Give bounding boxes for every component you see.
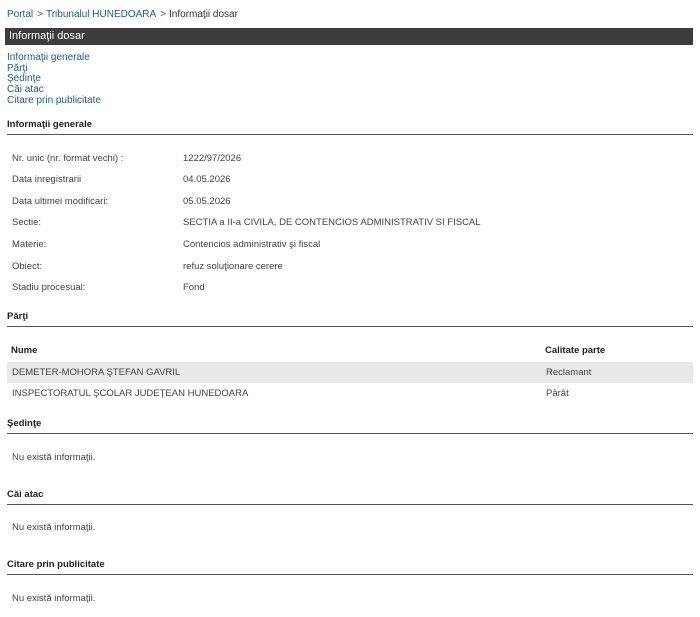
table-row: INSPECTORATUL ŞCOLAR JUDEŢEAN HUNEDOARA … <box>7 383 693 404</box>
field-label-sectie: Sectie: <box>12 217 42 228</box>
field-value-data-modificari: 05.05.2026 <box>183 196 231 207</box>
party-name: INSPECTORATUL ŞCOLAR JUDEŢEAN HUNEDOARA <box>12 388 249 399</box>
breadcrumb-portal-link[interactable]: Portal <box>7 9 33 20</box>
field-value-nr-unic: 1222/97/2026 <box>183 153 242 164</box>
table-row: DEMETER-MOHORA ŞTEFAN GAVRIL Reclamant <box>7 362 693 383</box>
field-value-sectie: SECTIA a II-a CIVILA, DE CONTENCIOS ADMI… <box>183 217 481 228</box>
section-heading-sedinte: Şedinţe <box>7 418 693 434</box>
cai-atac-empty-message: Nu există informaţii. <box>12 522 96 533</box>
field-label-obiect: Obiect: <box>12 261 43 272</box>
page-title: Informaţii dosar <box>9 30 85 42</box>
citare-empty-message: Nu există informaţii. <box>12 593 96 604</box>
field-label-nr-unic: Nr. unic (nr. format vechi) : <box>12 153 124 164</box>
section-heading-parti: Părţi <box>7 311 693 327</box>
section-heading-cai-atac: Căi atac <box>7 489 693 505</box>
section-nav: Informaţii generale Părţi Şedinţe Căi at… <box>7 52 101 107</box>
field-label-stadiu: Stadiu procesual: <box>12 282 86 293</box>
breadcrumb-separator: > <box>160 9 167 20</box>
page-title-bar: Informaţii dosar <box>5 28 693 45</box>
breadcrumb-court-link[interactable]: Tribunalul HUNEDOARA <box>46 9 156 20</box>
field-label-data-modificari: Data ultimei modificari: <box>12 196 109 207</box>
nav-link-citare[interactable]: Citare prin publicitate <box>7 95 101 107</box>
table-header-calitate: Calitate parte <box>545 345 606 356</box>
party-name: DEMETER-MOHORA ŞTEFAN GAVRIL <box>12 367 181 378</box>
party-role: Reclamant <box>546 367 592 378</box>
section-heading-citare: Citare prin publicitate <box>7 559 693 575</box>
field-label-data-inregistrarii: Data inregistrarii <box>12 174 82 185</box>
field-label-materie: Materie: <box>12 239 47 250</box>
field-value-stadiu: Fond <box>183 282 205 293</box>
section-heading-general: Informaţii generale <box>7 119 693 135</box>
breadcrumb-separator: > <box>37 9 43 20</box>
party-role: Pârât <box>546 388 569 399</box>
field-value-data-inregistrarii: 04.05.2026 <box>183 174 231 185</box>
field-value-obiect: refuz soluţionare cerere <box>183 261 283 272</box>
breadcrumb-current: Informaţii dosar <box>169 9 238 20</box>
table-header-nume: Nume <box>11 345 38 356</box>
breadcrumb: Portal > Tribunalul HUNEDOARA > Informaţii d… <box>7 9 238 20</box>
field-value-materie: Contencios administrativ şi fiscal <box>183 239 321 250</box>
sedinte-empty-message: Nu există informaţii. <box>12 452 96 463</box>
